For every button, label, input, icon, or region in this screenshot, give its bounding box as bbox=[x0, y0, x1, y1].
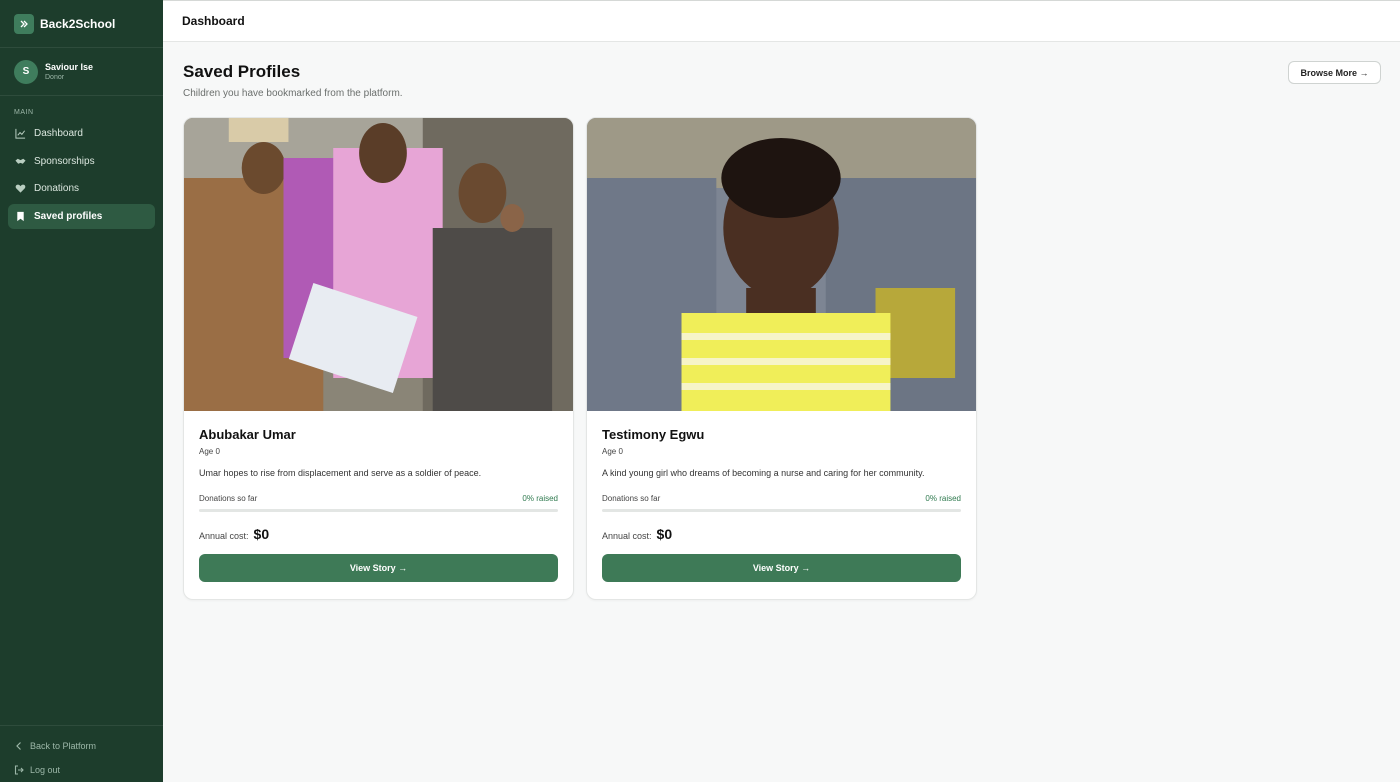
raised-percent: 0% raised bbox=[522, 494, 558, 503]
page-subtitle: Children you have bookmarked from the pl… bbox=[183, 88, 403, 99]
sidebar-footer: Back to Platform Log out bbox=[0, 725, 163, 782]
sidebar-item-label: Sponsorships bbox=[34, 155, 95, 167]
view-story-button[interactable]: View Story → bbox=[602, 554, 961, 582]
back-to-platform-label: Back to Platform bbox=[30, 741, 97, 751]
annual-cost-label: Annual cost: bbox=[602, 531, 652, 541]
topbar-title: Dashboard bbox=[182, 14, 245, 28]
sidebar-item-label: Dashboard bbox=[34, 128, 83, 139]
profile-description: A kind young girl who dreams of becoming… bbox=[602, 468, 925, 478]
topbar: Dashboard bbox=[163, 0, 1400, 42]
raised-percent: 0% raised bbox=[925, 494, 961, 503]
profile-photo[interactable] bbox=[587, 118, 976, 411]
view-story-button[interactable]: View Story → bbox=[199, 554, 558, 582]
sidebar-item-sponsorships[interactable]: Sponsorships bbox=[8, 149, 155, 174]
donation-progress-bar bbox=[199, 509, 558, 512]
profile-age: Age 0 bbox=[602, 447, 623, 456]
avatar: S bbox=[14, 59, 38, 84]
chart-line-icon bbox=[15, 128, 26, 139]
profile-age: Age 0 bbox=[199, 447, 220, 456]
profile-photo[interactable] bbox=[184, 118, 573, 411]
profile-name: Abubakar Umar bbox=[199, 427, 296, 442]
logout-link[interactable]: Log out bbox=[0, 758, 163, 782]
handshake-icon bbox=[15, 158, 26, 164]
sidebar: Back2School S Saviour Ise Donor MAIN Das… bbox=[0, 0, 163, 782]
donations-label: Donations so far bbox=[199, 494, 258, 503]
chevron-left-icon bbox=[16, 742, 21, 750]
nav-section-label: MAIN bbox=[14, 109, 34, 116]
annual-cost-value: $0 bbox=[656, 526, 673, 542]
page-header: Saved Profiles Children you have bookmar… bbox=[183, 62, 403, 99]
sidebar-item-label: Saved profiles bbox=[34, 210, 103, 222]
bookmark-icon bbox=[17, 211, 24, 221]
sidebar-item-donations[interactable]: Donations bbox=[8, 176, 155, 201]
logout-label: Log out bbox=[30, 765, 61, 775]
page-title: Saved Profiles bbox=[183, 62, 301, 81]
profile-description: Umar hopes to rise from displacement and… bbox=[199, 468, 482, 478]
logout-icon bbox=[14, 765, 24, 775]
brand[interactable]: Back2School bbox=[0, 0, 163, 48]
heart-icon bbox=[15, 184, 26, 193]
donations-label: Donations so far bbox=[602, 494, 661, 503]
profile-name: Testimony Egwu bbox=[602, 427, 705, 442]
user-role: Donor bbox=[45, 74, 65, 81]
profile-card: Testimony Egwu Age 0 A kind young girl w… bbox=[586, 117, 977, 600]
sidebar-item-label: Donations bbox=[34, 183, 80, 194]
user-name: Saviour Ise bbox=[45, 62, 94, 72]
browse-more-button[interactable]: Browse More → bbox=[1288, 61, 1381, 84]
annual-cost-value: $0 bbox=[253, 526, 270, 542]
sidebar-item-dashboard[interactable]: Dashboard bbox=[8, 121, 155, 146]
sidebar-item-saved-profiles[interactable]: Saved profiles bbox=[8, 203, 155, 229]
user-profile: S Saviour Ise Donor bbox=[0, 48, 163, 96]
sidebar-toggle-icon[interactable] bbox=[14, 13, 34, 34]
profile-card: Abubakar Umar Age 0 Umar hopes to rise f… bbox=[183, 117, 574, 600]
donation-progress-bar bbox=[602, 509, 961, 512]
back-to-platform-link[interactable]: Back to Platform bbox=[0, 734, 163, 758]
brand-name: Back2School bbox=[40, 16, 116, 31]
annual-cost-label: Annual cost: bbox=[199, 531, 249, 541]
